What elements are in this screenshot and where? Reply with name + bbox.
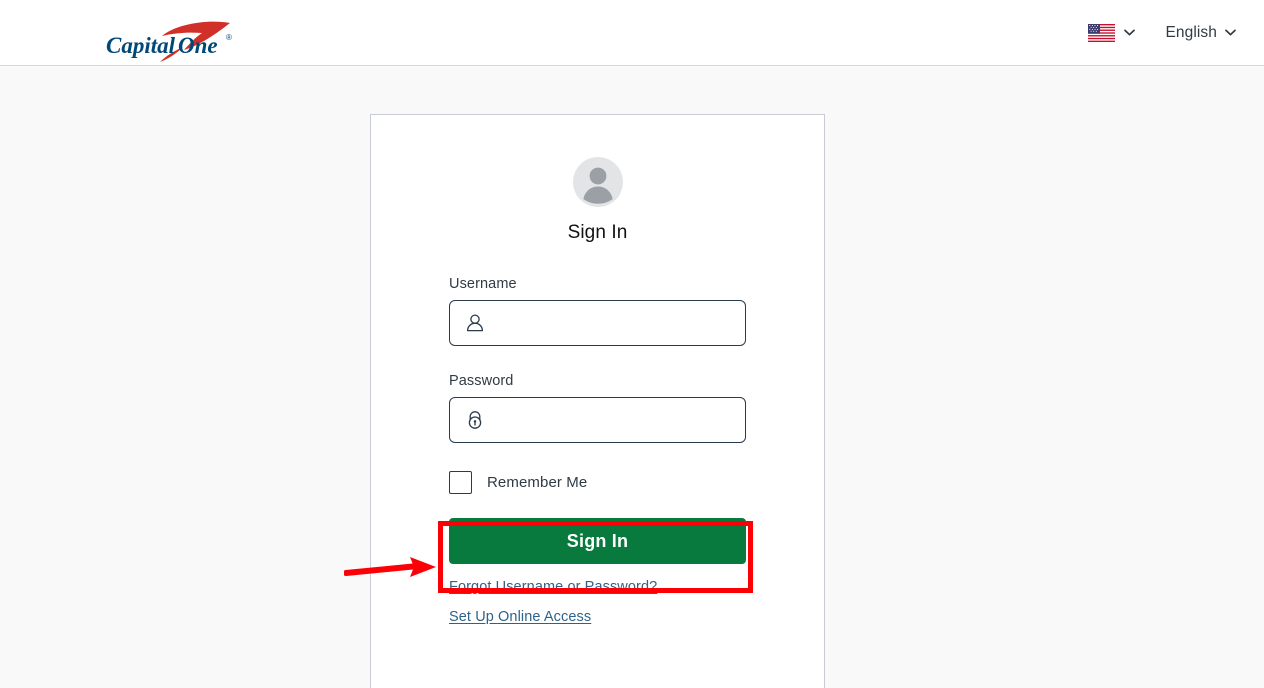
header-controls: English bbox=[1088, 0, 1236, 65]
password-input-wrapper[interactable] bbox=[449, 397, 746, 443]
sign-in-card: Sign In Username Password Remember Me Si… bbox=[370, 114, 825, 688]
lock-icon bbox=[468, 411, 482, 429]
locale-selector[interactable] bbox=[1088, 23, 1136, 42]
page-body: Sign In Username Password Remember Me Si… bbox=[0, 66, 1264, 688]
site-header: Capital One ® English bbox=[0, 0, 1264, 66]
language-label: English bbox=[1165, 23, 1217, 41]
us-flag-icon bbox=[1088, 23, 1116, 42]
sign-in-button[interactable]: Sign In bbox=[449, 518, 746, 564]
remember-me-row[interactable]: Remember Me bbox=[449, 471, 746, 494]
page-title: Sign In bbox=[567, 222, 628, 243]
set-up-online-access-link[interactable]: Set Up Online Access bbox=[449, 609, 591, 625]
user-avatar-icon bbox=[572, 157, 623, 207]
sign-in-form: Username Password Remember Me Sign In Fo… bbox=[371, 276, 824, 626]
avatar-container bbox=[371, 157, 824, 207]
chevron-down-icon bbox=[1124, 29, 1136, 36]
svg-text:®: ® bbox=[226, 33, 232, 42]
password-label: Password bbox=[449, 373, 514, 389]
username-input-wrapper[interactable] bbox=[449, 300, 746, 346]
username-field-group: Username bbox=[449, 276, 746, 346]
remember-me-checkbox[interactable] bbox=[449, 471, 472, 494]
language-selector[interactable]: English bbox=[1165, 24, 1236, 42]
svg-text:One: One bbox=[178, 33, 218, 58]
capital-one-logo[interactable]: Capital One ® bbox=[52, 10, 232, 62]
password-field-group: Password bbox=[449, 373, 746, 443]
submit-area: Sign In bbox=[449, 518, 746, 564]
svg-text:Capital: Capital bbox=[106, 33, 176, 58]
person-outline-icon bbox=[466, 314, 484, 332]
forgot-credentials-link[interactable]: Forgot Username or Password? bbox=[449, 579, 657, 595]
username-label: Username bbox=[449, 276, 517, 292]
username-input[interactable] bbox=[486, 302, 745, 344]
chevron-down-icon bbox=[1225, 29, 1236, 36]
remember-me-label[interactable]: Remember Me bbox=[487, 474, 587, 491]
card-links: Forgot Username or Password? Set Up Onli… bbox=[449, 578, 746, 626]
password-input[interactable] bbox=[486, 399, 745, 441]
